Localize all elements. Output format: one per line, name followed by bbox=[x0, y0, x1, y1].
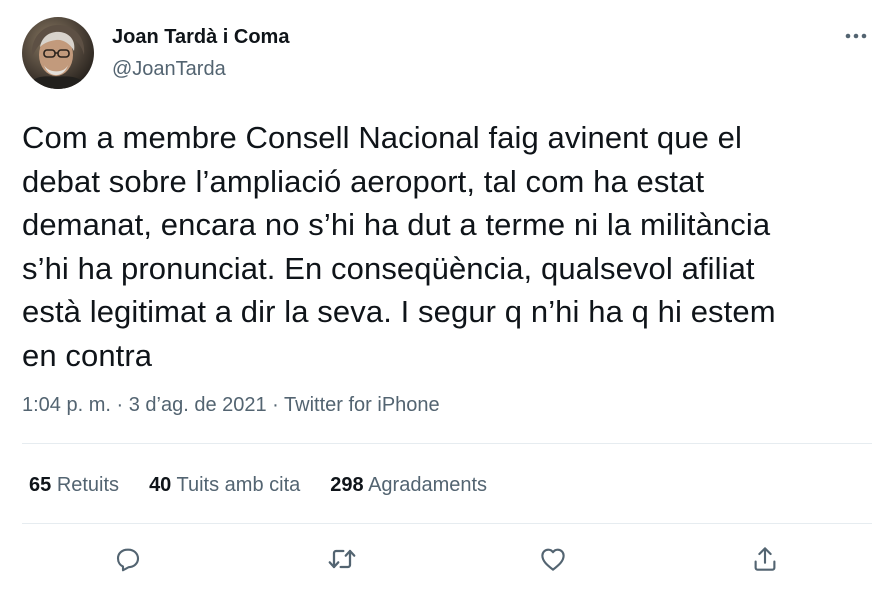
quotes-label: Tuits amb cita bbox=[176, 474, 301, 496]
quotes-count: 40 bbox=[149, 474, 172, 496]
tweet-text-line: debat sobre l’ampliació aeroport, tal co… bbox=[22, 163, 705, 199]
reply-icon bbox=[116, 548, 140, 572]
tweet-stats: 65 Retuits 40 Tuits amb cita 298 Agradam… bbox=[29, 474, 487, 497]
tweet-meta: 1:04 p. m. · 3 d’ag. de 2021 · Twitter f… bbox=[22, 394, 440, 417]
avatar[interactable] bbox=[22, 17, 94, 89]
meta-separator: · bbox=[110, 394, 129, 416]
likes-count: 298 bbox=[330, 474, 364, 496]
tweet-date[interactable]: 3 d’ag. de 2021 bbox=[129, 394, 267, 416]
more-options-button[interactable] bbox=[836, 24, 876, 48]
retweet-button[interactable] bbox=[324, 541, 360, 577]
quotes-stat[interactable]: 40 Tuits amb cita bbox=[149, 474, 300, 497]
retweet-icon bbox=[328, 549, 356, 569]
ellipsis-icon bbox=[845, 33, 867, 39]
meta-separator: · bbox=[266, 394, 285, 416]
divider bbox=[22, 523, 872, 524]
tweet-text-line: Com a membre Consell Nacional faig avine… bbox=[22, 120, 742, 155]
like-icon bbox=[541, 548, 565, 571]
divider bbox=[22, 443, 872, 444]
tweet-text-line: en contra bbox=[22, 337, 153, 373]
likes-stat[interactable]: 298 Agradaments bbox=[330, 474, 487, 497]
tweet-text-line: està legitimat a dir la seva. I segur q … bbox=[22, 294, 776, 329]
like-button[interactable] bbox=[535, 541, 571, 577]
tweet-text-line: demanat, encara no s’hi ha dut a terme n… bbox=[22, 207, 771, 242]
retweets-count: 65 bbox=[29, 474, 52, 496]
tweet-text: Com a membre Consell Nacional faig avine… bbox=[22, 116, 872, 377]
tweet-time[interactable]: 1:04 p. m. bbox=[22, 394, 111, 416]
tweet-text-line: s’hi ha pronunciat. En conseqüència, qua… bbox=[22, 250, 755, 286]
retweets-stat[interactable]: 65 Retuits bbox=[29, 474, 119, 497]
share-icon bbox=[754, 547, 776, 571]
likes-label: Agradaments bbox=[368, 474, 488, 496]
user-handle[interactable]: @JoanTarda bbox=[112, 58, 226, 81]
tweet-source[interactable]: Twitter for iPhone bbox=[284, 394, 440, 416]
profile-photo-icon bbox=[22, 17, 94, 89]
retweets-label: Retuits bbox=[56, 474, 120, 496]
reply-button[interactable] bbox=[110, 541, 146, 577]
share-button[interactable] bbox=[747, 541, 783, 577]
display-name[interactable]: Joan Tardà i Coma bbox=[112, 26, 289, 49]
